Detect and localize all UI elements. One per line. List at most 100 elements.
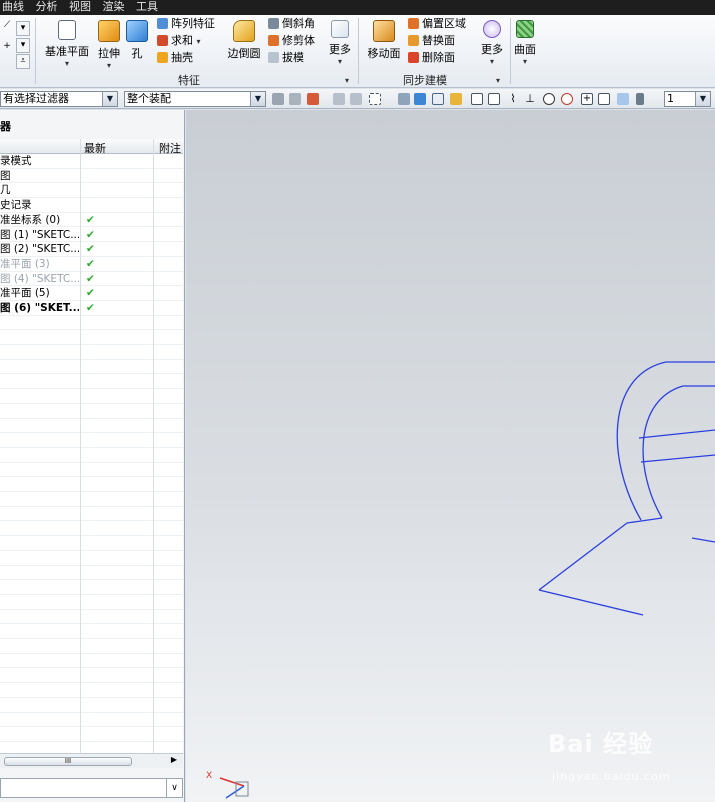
table-row[interactable] bbox=[0, 727, 183, 742]
table-row[interactable] bbox=[0, 477, 183, 493]
table-row[interactable] bbox=[0, 330, 183, 346]
table-row[interactable] bbox=[0, 316, 183, 331]
move-face-button[interactable]: 移动面 bbox=[365, 20, 403, 61]
table-row[interactable] bbox=[0, 624, 183, 640]
selection-priority-icon[interactable] bbox=[272, 93, 284, 105]
menu-analysis[interactable]: 分析 bbox=[36, 0, 58, 13]
select-component-icon[interactable] bbox=[432, 93, 444, 105]
table-row[interactable]: 图 bbox=[0, 169, 183, 184]
selection-mode-icon[interactable] bbox=[289, 93, 301, 105]
table-row[interactable] bbox=[0, 669, 183, 684]
table-row[interactable] bbox=[0, 522, 183, 537]
table-row[interactable]: 准坐标系 (0) ✔ bbox=[0, 213, 183, 228]
table-row[interactable]: 准平面 (3) ✔ bbox=[0, 257, 183, 272]
table-row[interactable] bbox=[0, 654, 183, 669]
menu-render[interactable]: 渲染 bbox=[103, 0, 125, 13]
select-point-icon[interactable] bbox=[450, 93, 462, 105]
more-down-icon[interactable]: ⩡ bbox=[16, 54, 30, 69]
table-row[interactable] bbox=[0, 507, 183, 522]
unite-button[interactable]: 求和 ▾ bbox=[157, 35, 201, 48]
surface-button[interactable]: 曲面 ▾ bbox=[512, 20, 538, 66]
line-icon[interactable]: ⟋ bbox=[0, 19, 14, 34]
table-row[interactable] bbox=[0, 551, 183, 566]
select-face-icon[interactable] bbox=[414, 93, 426, 105]
datum-plane-button[interactable]: 基准平面 ▾ bbox=[42, 20, 92, 68]
work-layer-dropdown[interactable]: 1 ▼ bbox=[664, 91, 711, 107]
curve-snap-icon[interactable]: ⌇ bbox=[507, 93, 519, 105]
extrude-button[interactable]: 拉伸 ▾ bbox=[94, 20, 124, 70]
quadrant-snap-icon[interactable] bbox=[561, 93, 573, 105]
feature-more-button[interactable]: 更多 ▾ bbox=[326, 20, 354, 66]
chevron-down-icon: ▾ bbox=[106, 61, 111, 70]
point-on-curve-icon[interactable] bbox=[598, 93, 610, 105]
delete-face-button[interactable]: 删除面 bbox=[408, 52, 455, 64]
table-row[interactable] bbox=[0, 595, 183, 610]
table-row[interactable] bbox=[0, 639, 183, 654]
table-row[interactable]: 图 (4) "SKETC... ✔ bbox=[0, 272, 183, 287]
center-snap-icon[interactable] bbox=[543, 93, 555, 105]
details-dropdown[interactable]: ∨ bbox=[0, 778, 183, 798]
menu-tools[interactable]: 工具 bbox=[136, 0, 158, 13]
table-row[interactable] bbox=[0, 492, 183, 507]
table-row[interactable] bbox=[0, 375, 183, 390]
table-row[interactable]: 图 (1) "SKETC... ✔ bbox=[0, 228, 183, 243]
draft-button[interactable]: 拔模 bbox=[268, 52, 304, 64]
table-row[interactable] bbox=[0, 610, 183, 625]
table-row[interactable] bbox=[0, 448, 183, 463]
table-row[interactable] bbox=[0, 345, 183, 360]
table-row[interactable] bbox=[0, 360, 183, 375]
feature-group-expand-icon[interactable]: ▾ bbox=[345, 75, 349, 87]
endpoint-snap-icon[interactable] bbox=[471, 93, 483, 105]
table-row[interactable]: 图 (2) "SKETC... ✔ bbox=[0, 242, 183, 257]
rectangle-select-icon[interactable] bbox=[369, 93, 381, 105]
scroll-right-icon[interactable]: ▶ bbox=[171, 755, 177, 764]
horizontal-scrollbar[interactable]: III ▶ bbox=[0, 753, 183, 768]
type-filter-dropdown[interactable]: 有选择过滤器 ▼ bbox=[0, 91, 118, 107]
existing-point-snap-icon[interactable]: + bbox=[581, 93, 593, 105]
chamfer-button[interactable]: 倒斜角 bbox=[268, 18, 315, 30]
trim-body-button[interactable]: 修剪体 bbox=[268, 35, 315, 47]
select-feature-icon[interactable] bbox=[333, 93, 345, 105]
scrollbar-thumb[interactable]: III bbox=[4, 757, 132, 766]
replace-face-button[interactable]: 替换面 bbox=[408, 35, 455, 47]
edge-blend-button[interactable]: 边倒圆 bbox=[224, 20, 264, 61]
shell-button[interactable]: 抽壳 bbox=[157, 52, 193, 64]
chevron-down-icon[interactable]: ▾ bbox=[16, 21, 30, 36]
pattern-feature-button[interactable]: 阵列特征 bbox=[157, 18, 215, 30]
table-row[interactable] bbox=[0, 713, 183, 728]
table-row[interactable]: 图 (6) "SKET... ✔ bbox=[0, 301, 183, 316]
sync-more-button[interactable]: 更多 ▾ bbox=[478, 20, 506, 66]
graphics-viewport[interactable]: X Bai 经验 jingyan.baidu.com bbox=[186, 110, 715, 802]
table-row[interactable] bbox=[0, 536, 183, 551]
shell-icon bbox=[157, 52, 168, 63]
table-row[interactable] bbox=[0, 683, 183, 698]
point-on-face-icon[interactable] bbox=[617, 93, 629, 105]
menu-curve[interactable]: 曲线 bbox=[2, 0, 24, 13]
intersection-snap-icon[interactable]: ⊥ bbox=[524, 93, 536, 105]
table-row[interactable]: 史记录 bbox=[0, 198, 183, 213]
sync-group-expand-icon[interactable]: ▾ bbox=[496, 75, 500, 87]
unite-label: 求和 bbox=[171, 34, 193, 47]
select-curve-icon[interactable] bbox=[350, 93, 362, 105]
table-row[interactable]: 几 bbox=[0, 183, 183, 199]
table-row[interactable] bbox=[0, 433, 183, 448]
table-row[interactable] bbox=[0, 389, 183, 404]
offset-region-button[interactable]: 偏置区域 bbox=[408, 18, 466, 30]
table-row[interactable] bbox=[0, 566, 183, 581]
table-row[interactable] bbox=[0, 463, 183, 478]
hole-button[interactable]: 孔 bbox=[126, 20, 148, 61]
table-row[interactable] bbox=[0, 742, 183, 753]
selection-scope-dropdown[interactable]: 整个装配 ▼ bbox=[124, 91, 266, 107]
table-row[interactable] bbox=[0, 698, 183, 713]
select-body-icon[interactable] bbox=[398, 93, 410, 105]
chevron-down-icon[interactable]: ▾ bbox=[16, 38, 30, 53]
table-row[interactable]: 录模式 bbox=[0, 154, 183, 169]
table-row[interactable]: 准平面 (5) ✔ bbox=[0, 286, 183, 301]
table-row[interactable] bbox=[0, 404, 183, 419]
midpoint-snap-icon[interactable] bbox=[488, 93, 500, 105]
table-row[interactable] bbox=[0, 419, 183, 434]
table-row[interactable] bbox=[0, 580, 183, 595]
plus-icon[interactable]: + bbox=[0, 40, 14, 55]
snap-point-icon[interactable] bbox=[307, 93, 319, 105]
menu-view[interactable]: 视图 bbox=[69, 0, 91, 13]
